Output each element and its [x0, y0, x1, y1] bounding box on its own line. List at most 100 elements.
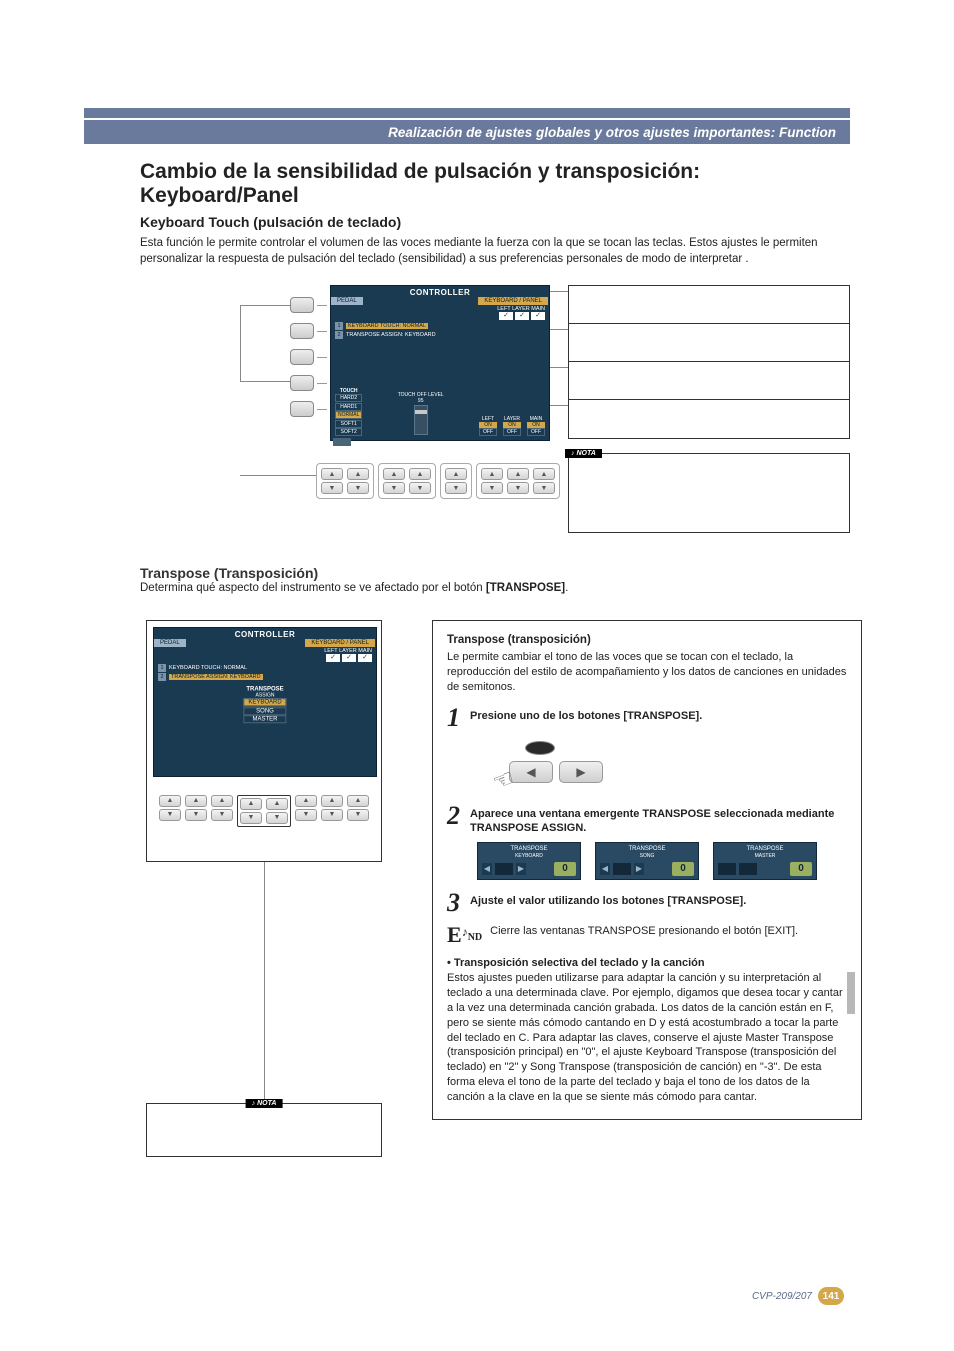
transpose-indicator-icon [525, 741, 555, 755]
popup-title: TRANSPOSE [714, 845, 816, 853]
panel-down-button[interactable]: ▼ [159, 809, 181, 821]
popup-title: TRANSPOSE [596, 845, 698, 853]
text: . [565, 582, 568, 594]
explain-paragraph-2: Estos ajustes pueden utilizarse para ada… [447, 971, 847, 1105]
panel-down-button[interactable]: ▼ [240, 812, 262, 824]
panel-down-button[interactable]: ▼ [185, 809, 207, 821]
ribbon-stripe [84, 108, 850, 118]
step-2: 2 Aparece una ventana emergente TRANSPOS… [447, 803, 847, 837]
panel-up-button[interactable]: ▲ [383, 468, 405, 480]
leader-line [240, 475, 316, 476]
panel-up-button[interactable]: ▲ [321, 795, 343, 807]
arrow-tab-icon [333, 438, 351, 446]
lcd-check-row: ✓ ✓ ✓ [154, 654, 376, 663]
panel-button-b[interactable] [290, 323, 314, 339]
panel-up-button[interactable]: ▲ [295, 795, 317, 807]
panel-down-button[interactable]: ▼ [445, 482, 467, 494]
lcd-subheader-checks: LEFT LAYER MAIN [331, 305, 549, 312]
panel-up-button[interactable]: ▲ [507, 468, 529, 480]
step-number: 1 [447, 705, 460, 731]
nota-box-2: ♪NOTA [146, 1103, 382, 1157]
touchoff-slider[interactable] [414, 405, 428, 435]
step-text: Ajuste el valor utilizando los botones [… [470, 890, 746, 916]
side-index-tab [847, 972, 855, 1014]
lcd-title: CONTROLLER [154, 628, 376, 639]
model-label: CVP-209/207 [752, 1291, 812, 1302]
figure-keyboard-touch: CONTROLLER PEDAL KEYBOARD / PANEL LEFT L… [140, 277, 850, 535]
touch-opt[interactable]: HARD2 [335, 394, 362, 402]
transpose-opt[interactable]: SONG [243, 707, 286, 715]
ribbon-title: Realización de ajustes globales y otros … [84, 120, 850, 144]
toggle-off[interactable]: OFF [503, 428, 521, 436]
panel-down-button[interactable]: ▼ [321, 482, 343, 494]
panel-up-button[interactable]: ▲ [240, 798, 262, 810]
transpose-up-button[interactable]: ▶ [559, 761, 603, 783]
panel-button-c[interactable] [290, 349, 314, 365]
header-ribbon: Realización de ajustes globales y otros … [84, 108, 850, 144]
toggle-off[interactable]: OFF [479, 428, 497, 436]
panel-down-button[interactable]: ▼ [347, 482, 369, 494]
touch-opt-selected[interactable]: NORMAL [335, 411, 362, 419]
panel-up-button[interactable]: ▲ [321, 468, 343, 480]
popup-left-icon[interactable]: ◀ [482, 863, 492, 875]
popup-left-icon[interactable]: ◀ [600, 863, 610, 875]
popup-title: TRANSPOSE [478, 845, 580, 853]
panel-down-button[interactable]: ▼ [266, 812, 288, 824]
panel-up-button[interactable]: ▲ [347, 468, 369, 480]
transpose-sublabel: ASSIGN [243, 692, 286, 698]
panel-down-button[interactable]: ▼ [507, 482, 529, 494]
panel-up-button[interactable]: ▲ [533, 468, 555, 480]
toggle-left: LEFT ON OFF [479, 416, 497, 436]
end-text: Cierre las ventanas TRANSPOSE presionand… [490, 924, 798, 939]
panel-up-button[interactable]: ▲ [211, 795, 233, 807]
touch-opt[interactable]: SOFT1 [335, 420, 362, 428]
panel-down-button[interactable]: ▼ [211, 809, 233, 821]
end-ND: ND [468, 932, 482, 943]
explain-heading: Transpose (transposición) [447, 633, 847, 649]
panel-button-e[interactable] [290, 401, 314, 417]
panel-up-button[interactable]: ▲ [159, 795, 181, 807]
touch-opt[interactable]: HARD1 [335, 403, 362, 411]
check-layer: ✓ [515, 312, 529, 320]
touch-opt[interactable]: SOFT2 [335, 428, 362, 436]
lcd-tab-keyboard-panel[interactable]: KEYBOARD / PANEL [305, 639, 375, 647]
popup-keyboard-icon [495, 863, 513, 875]
panel-up-button[interactable]: ▲ [481, 468, 503, 480]
panel-up-button[interactable]: ▲ [266, 798, 288, 810]
popup-right-icon[interactable]: ▶ [516, 863, 526, 875]
lcd-tab-pedal[interactable]: PEDAL [331, 297, 363, 305]
touch-selector: TOUCH HARD2 HARD1 NORMAL SOFT1 SOFT2 [335, 388, 362, 437]
bullet-heading: • Transposición selectiva del teclado y … [447, 956, 847, 971]
panel-down-button[interactable]: ▼ [409, 482, 431, 494]
panel-button-d[interactable] [290, 375, 314, 391]
lcd-param-rows: 1 KEYBOARD TOUCH: NORMAL 2 TRANSPOSE ASS… [154, 663, 376, 683]
panel-down-button[interactable]: ▼ [481, 482, 503, 494]
popup-right-icon[interactable]: ▶ [634, 863, 644, 875]
popup-master-icon [739, 863, 757, 875]
step-number: 3 [447, 890, 460, 916]
panel-down-button[interactable]: ▼ [295, 809, 317, 821]
toggle-off[interactable]: OFF [527, 428, 545, 436]
panel-down-button[interactable]: ▼ [383, 482, 405, 494]
lcd-tab-pedal[interactable]: PEDAL [154, 639, 186, 647]
transpose-opt-selected[interactable]: KEYBOARD [243, 698, 286, 706]
touch-label: TOUCH [335, 388, 362, 394]
lcd-tab-keyboard-panel[interactable]: KEYBOARD / PANEL [478, 297, 548, 305]
panel-down-button[interactable]: ▼ [321, 809, 343, 821]
panel-up-button[interactable]: ▲ [347, 795, 369, 807]
page-number: 141 [818, 1287, 844, 1305]
explain-box: Transpose (transposición) Le permite cam… [432, 620, 862, 1120]
callout-box [568, 285, 850, 439]
panel-up-button[interactable]: ▲ [445, 468, 467, 480]
panel-up-button[interactable]: ▲ [409, 468, 431, 480]
note-icon: ♪ [571, 450, 575, 457]
panel-down-button[interactable]: ▼ [533, 482, 555, 494]
panel-down-button[interactable]: ▼ [347, 809, 369, 821]
transpose-opt[interactable]: MASTER [243, 715, 286, 723]
panel-up-button[interactable]: ▲ [185, 795, 207, 807]
transpose-popup-master: TRANSPOSE MASTER 0 [713, 842, 817, 880]
panel-button-a[interactable] [290, 297, 314, 313]
transpose-down-button[interactable]: ◀ [509, 761, 553, 783]
transpose-assign-selector: TRANSPOSE ASSIGN KEYBOARD SONG MASTER [243, 686, 286, 724]
row-number: 1 [335, 322, 343, 330]
